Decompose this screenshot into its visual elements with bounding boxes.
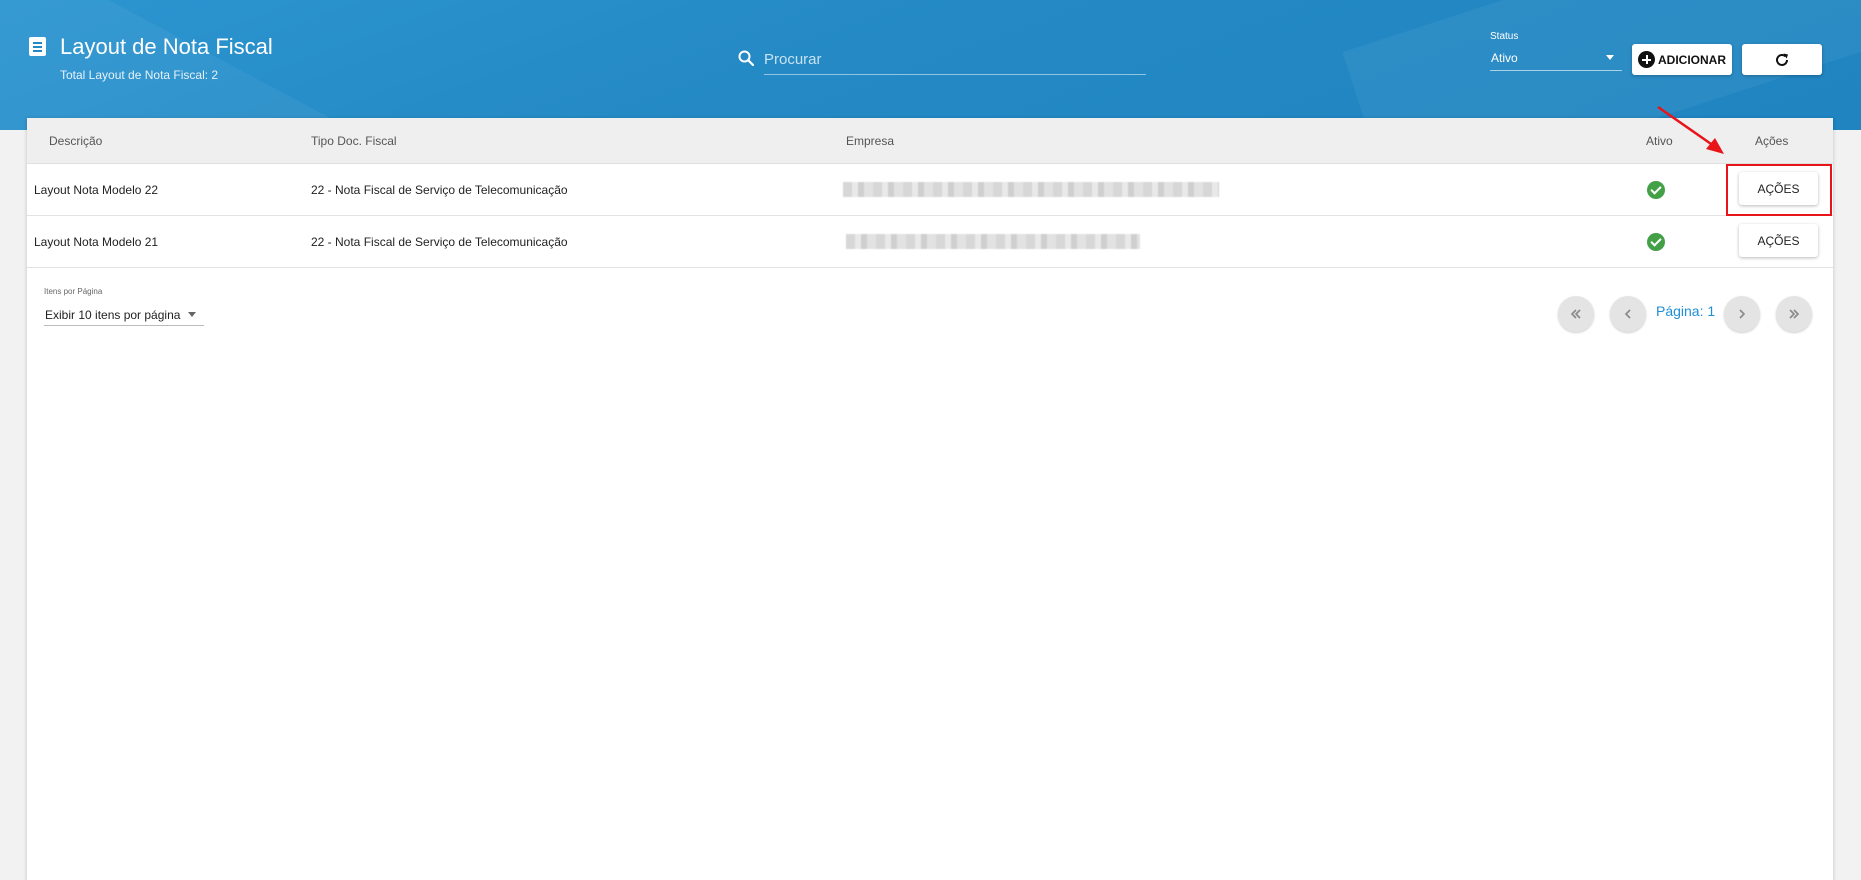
table-card: Descrição Tipo Doc. Fiscal Empresa Ativo…	[27, 118, 1833, 880]
page-header: Layout de Nota Fiscal Total Layout de No…	[0, 0, 1861, 130]
double-chevron-left-icon	[1570, 309, 1581, 319]
plus-circle-icon	[1638, 51, 1655, 68]
chevron-right-icon	[1739, 309, 1746, 319]
page-subtitle: Total Layout de Nota Fiscal: 2	[60, 68, 219, 82]
column-header-tipo-doc-fiscal[interactable]: Tipo Doc. Fiscal	[311, 134, 397, 148]
search-input[interactable]	[764, 45, 1146, 75]
table-header: Descrição Tipo Doc. Fiscal Empresa Ativo…	[27, 118, 1833, 164]
previous-page-button[interactable]	[1610, 296, 1646, 332]
chevron-left-icon	[1624, 309, 1631, 319]
next-page-button[interactable]	[1724, 296, 1760, 332]
current-page-label: Página: 1	[1656, 303, 1716, 319]
column-header-empresa[interactable]: Empresa	[846, 134, 894, 148]
list-icon	[29, 37, 46, 56]
column-header-descricao[interactable]: Descrição	[49, 134, 102, 148]
check-circle-icon	[1647, 181, 1665, 199]
cell-descricao: Layout Nota Modelo 22	[34, 183, 159, 197]
header-decoration	[0, 0, 417, 130]
redacted-empresa	[843, 182, 1219, 197]
acoes-button[interactable]: AÇÕES	[1739, 224, 1818, 257]
first-page-button[interactable]	[1558, 296, 1594, 332]
column-header-acoes: Ações	[1755, 134, 1789, 148]
double-chevron-right-icon	[1789, 309, 1800, 319]
items-per-page-value: Exibir 10 itens por página	[45, 308, 181, 322]
status-select-value: Ativo	[1491, 51, 1518, 65]
cell-tipo-doc-fiscal: 22 - Nota Fiscal de Serviço de Telecomun…	[311, 235, 568, 249]
search-icon	[738, 50, 754, 66]
redacted-empresa	[846, 234, 1140, 249]
refresh-icon	[1776, 53, 1788, 66]
table-row: Layout Nota Modelo 21 22 - Nota Fiscal d…	[27, 216, 1833, 268]
add-button[interactable]: ADICIONAR	[1632, 44, 1732, 75]
last-page-button[interactable]	[1776, 296, 1812, 332]
check-circle-icon	[1647, 233, 1665, 251]
items-per-page-select[interactable]: Exibir 10 itens por página	[44, 304, 204, 326]
chevron-down-icon	[1606, 55, 1614, 60]
table-row: Layout Nota Modelo 22 22 - Nota Fiscal d…	[27, 164, 1833, 216]
cell-tipo-doc-fiscal: 22 - Nota Fiscal de Serviço de Telecomun…	[311, 183, 568, 197]
annotation-highlight-box	[1726, 164, 1832, 216]
add-button-label: ADICIONAR	[1658, 52, 1726, 67]
annotation-arrow-icon	[1657, 105, 1724, 154]
refresh-button[interactable]	[1742, 44, 1822, 75]
chevron-down-icon	[188, 312, 196, 317]
status-select[interactable]: Ativo	[1490, 47, 1622, 71]
page-title: Layout de Nota Fiscal	[60, 34, 273, 59]
items-per-page-label: Itens por Página	[44, 287, 103, 296]
status-label: Status	[1490, 31, 1519, 42]
cell-descricao: Layout Nota Modelo 21	[34, 235, 159, 249]
